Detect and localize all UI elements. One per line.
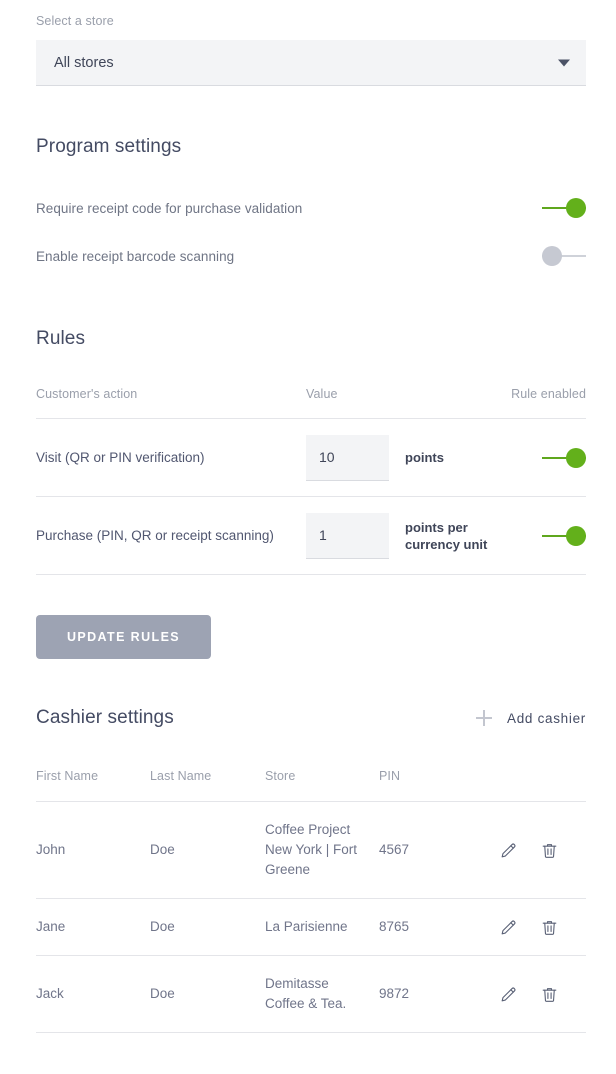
cashier-settings-section: Cashier settings Add cashier First Name … (0, 707, 616, 1033)
cashier-first-name: Jane (36, 898, 150, 956)
cashier-store: La Parisienne (265, 898, 379, 956)
add-cashier-label: Add cashier (507, 710, 586, 726)
toggle-knob (542, 246, 562, 266)
cashier-last-name: Doe (150, 955, 265, 1033)
rule-toggle-cell-purchase (496, 496, 586, 575)
cashier-col-last-name: Last Name (150, 769, 212, 783)
rules-col-value: Value (306, 387, 338, 401)
rule-value-cell-purchase: points per currency unit (306, 496, 496, 575)
toggle-enable-barcode-scanning[interactable] (542, 246, 586, 266)
table-row: Purchase (PIN, QR or receipt scanning) p… (36, 496, 586, 575)
store-select-value: All stores (54, 54, 114, 71)
setting-label-barcode-scanning: Enable receipt barcode scanning (36, 248, 235, 264)
edit-cashier-button[interactable] (499, 985, 518, 1004)
rule-unit-purchase: points per currency unit (405, 519, 488, 552)
edit-cashier-button[interactable] (499, 841, 518, 860)
delete-cashier-button[interactable] (540, 841, 559, 860)
rule-value-input-purchase[interactable] (306, 512, 389, 559)
cashier-last-name: Doe (150, 801, 265, 899)
rule-value-input-visit[interactable] (306, 434, 389, 481)
cashier-row-actions (499, 955, 586, 1033)
store-selector-section: Select a store All stores (0, 0, 616, 86)
update-rules-button[interactable]: UPDATE RULES (36, 615, 211, 659)
cashier-last-name: Doe (150, 898, 265, 956)
table-row: John Doe Coffee Project New York | Fort … (36, 801, 586, 899)
trash-icon (542, 920, 557, 935)
pencil-icon (501, 987, 516, 1001)
cashier-pin: 4567 (379, 801, 499, 899)
plus-icon (476, 710, 492, 726)
cashier-header-row: First Name Last Name Store PIN (36, 769, 586, 802)
cashier-col-store: Store (265, 769, 296, 783)
toggle-knob (566, 198, 586, 218)
rules-title: Rules (36, 328, 86, 349)
rule-unit-visit: points (405, 450, 444, 465)
delete-cashier-button[interactable] (540, 918, 559, 937)
rules-header-row: Customer's action Value Rule enabled (36, 387, 586, 419)
rule-value-cell-visit: points (306, 418, 496, 497)
program-settings-title: Program settings (36, 136, 182, 157)
cashier-first-name: Jack (36, 955, 150, 1033)
table-row: Jack Doe Demitasse Coffee & Tea. 9872 (36, 955, 586, 1033)
toggle-rule-visit[interactable] (542, 447, 586, 468)
toggle-require-receipt-code[interactable] (542, 198, 586, 218)
add-cashier-button[interactable]: Add cashier (476, 710, 586, 726)
edit-cashier-button[interactable] (499, 918, 518, 937)
program-settings-section: Program settings Require receipt code fo… (0, 136, 616, 271)
rules-col-action: Customer's action (36, 387, 138, 401)
pencil-icon (501, 843, 516, 857)
trash-icon (542, 843, 557, 858)
setting-row-barcode-scanning: Enable receipt barcode scanning (36, 241, 586, 271)
chevron-down-icon (558, 59, 570, 66)
cashier-pin: 8765 (379, 898, 499, 956)
rule-toggle-cell-visit (496, 418, 586, 497)
cashier-col-actions (499, 769, 586, 802)
cashier-row-actions (499, 898, 586, 956)
trash-icon (542, 987, 557, 1002)
cashier-store: Coffee Project New York | Fort Greene (265, 801, 379, 899)
delete-cashier-button[interactable] (540, 985, 559, 1004)
cashier-first-name: John (36, 801, 150, 899)
toggle-knob (566, 525, 586, 546)
setting-label-receipt-code: Require receipt code for purchase valida… (36, 200, 303, 216)
toggle-knob (566, 447, 586, 468)
pencil-icon (501, 920, 516, 934)
cashier-table: First Name Last Name Store PIN John Doe … (36, 769, 586, 1033)
cashier-pin: 9872 (379, 955, 499, 1033)
table-row: Visit (QR or PIN verification) points (36, 418, 586, 497)
table-row: Jane Doe La Parisienne 8765 (36, 898, 586, 956)
rule-action-purchase: Purchase (PIN, QR or receipt scanning) (36, 496, 306, 575)
setting-row-receipt-code: Require receipt code for purchase valida… (36, 193, 586, 223)
cashier-col-pin: PIN (379, 769, 401, 783)
cashier-settings-title: Cashier settings (36, 707, 174, 728)
cashier-settings-header: Cashier settings Add cashier (36, 707, 586, 729)
rule-action-visit: Visit (QR or PIN verification) (36, 418, 306, 497)
store-select[interactable]: All stores (36, 40, 586, 86)
cashier-row-actions (499, 801, 586, 899)
toggle-rule-purchase[interactable] (542, 525, 586, 546)
rules-table: Customer's action Value Rule enabled Vis… (36, 387, 586, 575)
cashier-store: Demitasse Coffee & Tea. (265, 955, 379, 1033)
settings-page: Select a store All stores Program settin… (0, 0, 616, 1074)
rules-section: Rules Customer's action Value Rule enabl… (0, 328, 616, 659)
store-selector-label: Select a store (36, 14, 114, 28)
rules-col-enabled: Rule enabled (511, 387, 586, 401)
cashier-col-first-name: First Name (36, 769, 99, 783)
